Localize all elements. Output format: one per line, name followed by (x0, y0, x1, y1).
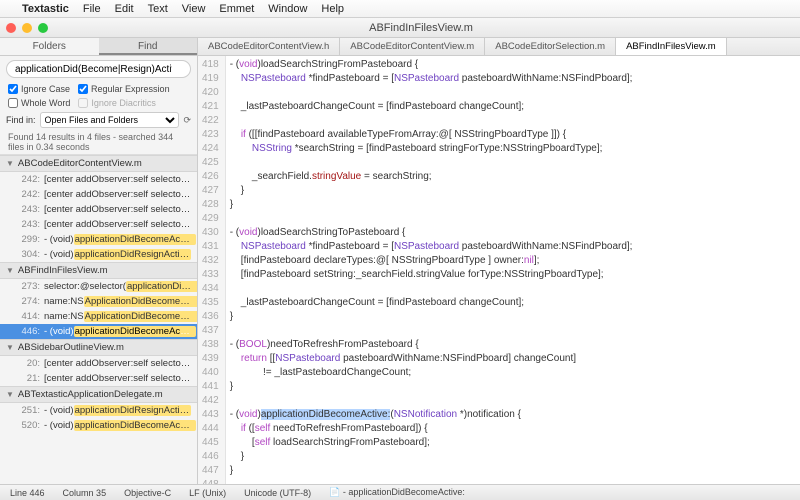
sidebar: Folders Find Ignore Case Regular Express… (0, 38, 198, 484)
search-status: Found 14 results in 4 files - searched 3… (0, 130, 197, 155)
disclosure-icon: ▼ (6, 343, 14, 352)
result-row[interactable]: 520:- (void)applicationDidBecomeActive:(… (0, 418, 197, 433)
system-menubar: Textastic File Edit Text View Emmet Wind… (0, 0, 800, 18)
result-row[interactable]: 273:selector:@selector(applicationDidBec… (0, 279, 197, 294)
result-row[interactable]: 446:- (void)applicationDidBecomeActive:(… (0, 324, 197, 339)
result-file-header[interactable]: ▼ ABFindInFilesView.m (0, 262, 197, 279)
result-row[interactable]: 242:[center addObserver:self selector:@s… (0, 187, 197, 202)
disclosure-icon: ▼ (6, 159, 14, 168)
menu-window[interactable]: Window (268, 3, 307, 15)
result-row[interactable]: 243:[center addObserver:self selector:@s… (0, 202, 197, 217)
status-symbol[interactable]: 📄 - applicationDidBecomeActive: (325, 487, 469, 498)
disclosure-icon: ▼ (6, 390, 14, 399)
code-text[interactable]: - (void)loadSearchStringFromPasteboard {… (226, 56, 637, 484)
disclosure-icon: ▼ (6, 266, 14, 275)
result-row[interactable]: 304:- (void)applicationDidResignActive:(… (0, 247, 197, 262)
status-encoding[interactable]: Unicode (UTF-8) (240, 488, 315, 498)
sidebar-tab-find[interactable]: Find (99, 38, 198, 55)
result-file-header[interactable]: ▼ ABSidebarOutlineView.m (0, 339, 197, 356)
result-row[interactable]: 414:name:NSApplicationDidBecomeActiveNot… (0, 309, 197, 324)
window-title: ABFindInFilesView.m (48, 22, 794, 34)
editor-tabs: ABCodeEditorContentView.hABCodeEditorCon… (198, 38, 800, 56)
editor-tab[interactable]: ABCodeEditorSelection.m (485, 38, 616, 55)
status-line[interactable]: Line 446 (6, 488, 49, 498)
editor-tab[interactable]: ABCodeEditorContentView.h (198, 38, 340, 55)
opt-regex[interactable]: Regular Expression (78, 84, 170, 94)
findin-select[interactable]: Open Files and Folders (40, 112, 180, 128)
menu-help[interactable]: Help (321, 3, 344, 15)
result-file-header[interactable]: ▼ ABCodeEditorContentView.m (0, 155, 197, 172)
editor-tab[interactable]: ABFindInFilesView.m (616, 38, 727, 55)
opt-ignore-diacritics[interactable]: Ignore Diacritics (78, 98, 156, 108)
search-input[interactable] (6, 60, 191, 78)
menu-edit[interactable]: Edit (115, 3, 134, 15)
menu-emmet[interactable]: Emmet (219, 3, 254, 15)
result-row[interactable]: 274:name:NSApplicationDidBecomeActiveNot… (0, 294, 197, 309)
status-column[interactable]: Column 35 (59, 488, 111, 498)
result-row[interactable]: 21:[center addObserver:self selector:@se… (0, 371, 197, 386)
window-minimize-button[interactable] (22, 23, 32, 33)
result-row[interactable]: 251:- (void)applicationDidResignActive:(… (0, 403, 197, 418)
editor-pane: ABCodeEditorContentView.hABCodeEditorCon… (198, 38, 800, 484)
opt-ignore-case[interactable]: Ignore Case (8, 84, 70, 94)
result-file-header[interactable]: ▼ ABTextasticApplicationDelegate.m (0, 386, 197, 403)
opt-whole-word[interactable]: Whole Word (8, 98, 70, 108)
menu-view[interactable]: View (182, 3, 206, 15)
findin-label: Find in: (6, 115, 36, 125)
menu-file[interactable]: File (83, 3, 101, 15)
findin-refresh-icon[interactable]: ⟳ (183, 115, 191, 126)
result-row[interactable]: 299:- (void)applicationDidBecomeActive:(… (0, 232, 197, 247)
sidebar-tab-folders[interactable]: Folders (0, 38, 99, 55)
status-bar: Line 446 Column 35 Objective-C LF (Unix)… (0, 484, 800, 500)
editor-tab[interactable]: ABCodeEditorContentView.m (340, 38, 485, 55)
line-gutter: 4184194204214224234244254264274284294304… (198, 56, 226, 484)
search-results: ▼ ABCodeEditorContentView.m242:[center a… (0, 155, 197, 484)
window-close-button[interactable] (6, 23, 16, 33)
result-row[interactable]: 242:[center addObserver:self selector:@s… (0, 172, 197, 187)
status-language[interactable]: Objective-C (120, 488, 175, 498)
window-titlebar: ABFindInFilesView.m (0, 18, 800, 38)
result-row[interactable]: 20:[center addObserver:self selector:@se… (0, 356, 197, 371)
code-area[interactable]: 4184194204214224234244254264274284294304… (198, 56, 800, 484)
window-zoom-button[interactable] (38, 23, 48, 33)
result-row[interactable]: 243:[center addObserver:self selector:@s… (0, 217, 197, 232)
menu-app[interactable]: Textastic (22, 3, 69, 15)
menu-text[interactable]: Text (148, 3, 168, 15)
status-eol[interactable]: LF (Unix) (185, 488, 230, 498)
